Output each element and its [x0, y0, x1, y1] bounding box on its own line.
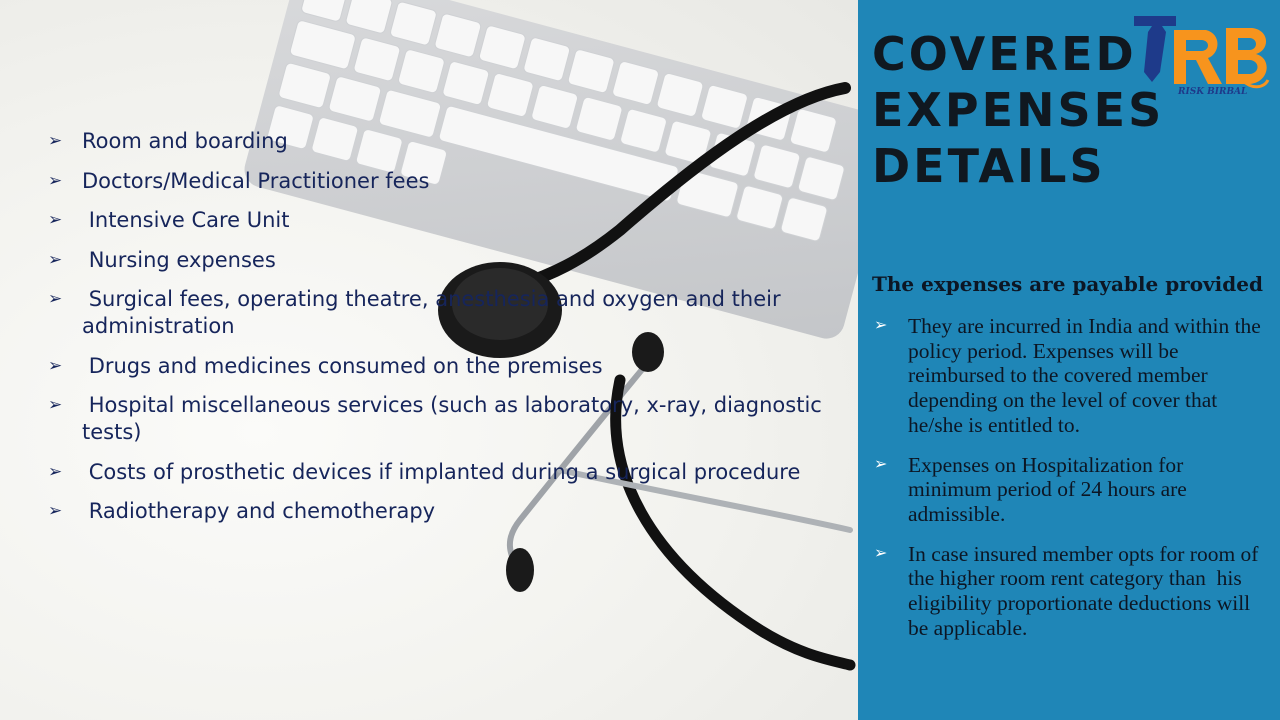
arrow-bullet-icon: ➢ — [874, 455, 888, 473]
arrow-bullet-icon: ➢ — [874, 317, 888, 334]
arrow-bullet-icon: ➢ — [48, 355, 63, 376]
list-item: ➢ Costs of prosthetic devices if implant… — [48, 459, 801, 484]
arrow-bullet-icon: ➢ — [48, 461, 63, 482]
list-item: ➢ They are incurred in India and within t… — [874, 314, 1261, 437]
list-item: ➢ Nursing expenses — [48, 247, 276, 272]
list-item: ➢ Hospital miscellaneous services (such … — [48, 393, 829, 444]
arrow-bullet-icon: ➢ — [48, 249, 63, 270]
list-item: ➢ Drugs and medicines consumed on the pr… — [48, 353, 603, 378]
list-item: ➢ In case insured member opts for room of… — [874, 541, 1264, 640]
risk-birbal-logo: RISK BIRBAL — [1134, 16, 1270, 97]
covered-expenses-list: ➢ Room and boarding ➢ Doctors/Medical Prac… — [48, 128, 838, 538]
arrow-bullet-icon: ➢ — [48, 131, 63, 151]
arrow-bullet-icon: ➢ — [48, 170, 63, 191]
arrow-bullet-icon: ➢ — [48, 501, 63, 521]
arrow-bullet-icon: ➢ — [48, 210, 63, 230]
list-item: ➢ Intensive Care Unit — [48, 208, 290, 232]
section-subheading: The expenses are payable provided — [872, 272, 1263, 296]
list-item: ➢ Expenses on Hospitalization for minimum… — [874, 452, 1187, 526]
arrow-bullet-icon: ➢ — [48, 289, 63, 309]
details-panel: COVERED EXPENSES DETAILS RISK BIRBAL The… — [858, 0, 1280, 720]
page-title: COVERED EXPENSES DETAILS — [872, 27, 1165, 193]
arrow-bullet-icon: ➢ — [874, 544, 888, 562]
arrow-bullet-icon: ➢ — [48, 395, 63, 415]
svg-text:RISK BIRBAL: RISK BIRBAL — [1177, 87, 1247, 97]
conditions-list: ➢ They are incurred in India and within t… — [872, 314, 1272, 655]
list-item: ➢ Room and boarding — [48, 129, 288, 153]
list-item: ➢ Surgical fees, operating theatre, anes… — [48, 287, 788, 338]
list-item: ➢ Radiotherapy and chemotherapy — [48, 499, 436, 523]
list-item: ➢ Doctors/Medical Practitioner fees — [48, 168, 430, 193]
